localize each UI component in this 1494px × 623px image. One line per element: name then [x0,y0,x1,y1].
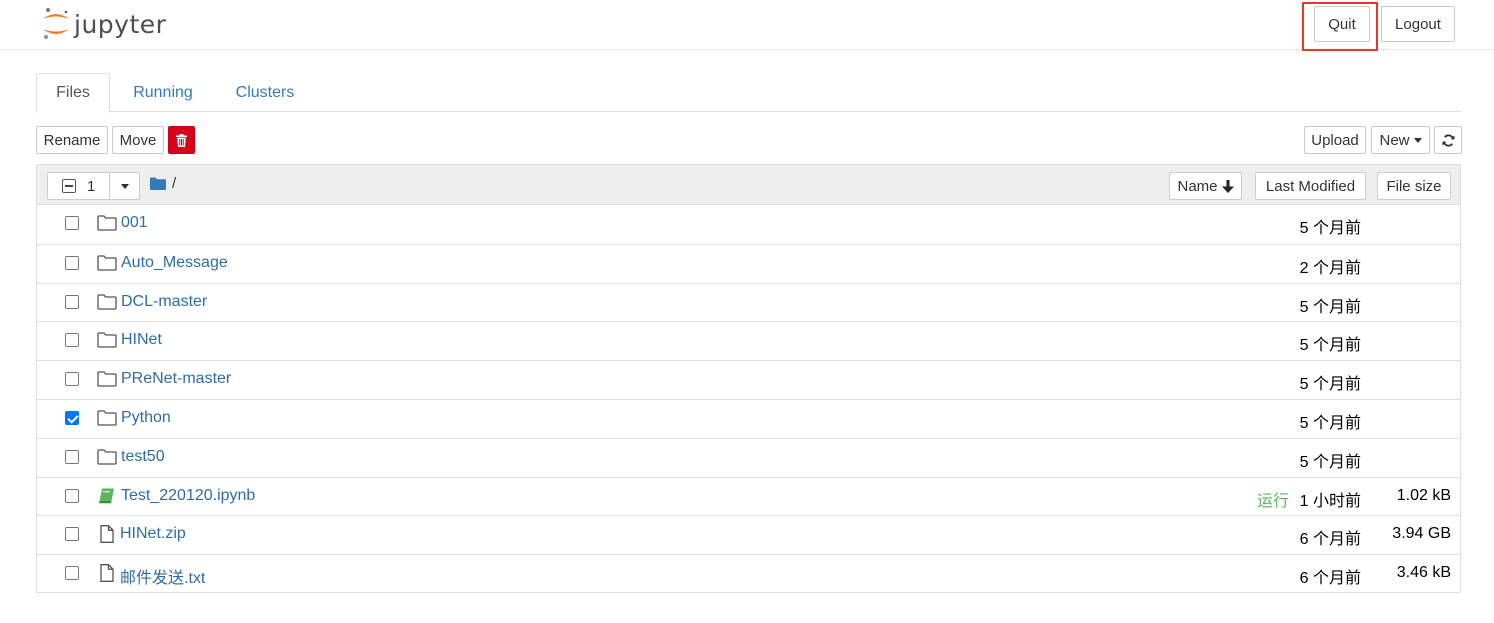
file-list-header: 1 / Name Last Modified File size [37,165,1460,205]
quit-button[interactable]: Quit [1314,6,1370,42]
file-name-link[interactable]: Test_220120.ipynb [121,487,255,505]
table-row[interactable]: 001 5 个月前 [37,205,1460,244]
row-checkbox[interactable] [65,294,79,309]
row-checkbox[interactable] [65,333,79,348]
last-modified: 5 个月前 [1299,415,1361,432]
folder-icon [97,254,117,272]
refresh-icon [1441,133,1455,147]
file-size: 1.02 kB [1396,486,1451,504]
table-row[interactable]: test50 5 个月前 [37,437,1460,477]
sort-by-size-button[interactable]: File size [1377,172,1451,200]
row-checkbox[interactable] [65,216,79,230]
rename-button[interactable]: Rename [36,126,108,154]
select-all-toggle[interactable]: 1 [48,173,110,199]
tab-running[interactable]: Running [118,73,208,112]
last-modified: 5 个月前 [1299,220,1361,237]
table-row[interactable]: Test_220120.ipynb 运行 1 小时前 1.02 kB [37,476,1460,516]
new-label: New [1379,131,1410,149]
file-name-link[interactable]: 001 [121,214,148,232]
table-row[interactable]: HINet 5 个月前 [37,321,1460,360]
table-row[interactable]: Python 5 个月前 [37,399,1460,438]
tab-clusters[interactable]: Clusters [222,73,308,112]
table-row[interactable]: PReNet-master 5 个月前 [37,360,1460,399]
file-size: 3.94 GB [1392,525,1451,543]
sort-by-modified-button[interactable]: Last Modified [1255,172,1366,200]
selection-control: 1 [47,172,140,200]
table-row[interactable]: HINet.zip 6 个月前 3.94 GB [37,515,1460,554]
arrow-down-icon [1221,179,1234,193]
folder-icon [97,409,117,427]
file-name-link[interactable]: HINet [121,331,162,349]
running-status-badge: 运行 [1257,492,1290,510]
trash-icon [176,133,187,147]
folder-icon [97,214,117,232]
upload-button[interactable]: Upload [1304,126,1366,154]
tab-bar: Files Running Clusters [36,73,1461,113]
table-row[interactable]: DCL-master 5 个月前 [37,282,1460,322]
jupyter-logo-icon [43,8,69,40]
chevron-down-icon [120,183,129,189]
last-modified: 5 个月前 [1299,453,1361,471]
delete-button[interactable] [168,126,195,154]
chevron-down-icon [1413,137,1422,143]
sort-by-name-button[interactable]: Name [1169,172,1242,200]
folder-icon[interactable] [150,177,166,190]
refresh-button[interactable] [1434,126,1462,154]
top-header: jupyter Quit Logout [0,0,1494,51]
file-name-link[interactable]: 邮件发送.txt [120,564,205,588]
folder-icon [97,293,117,311]
selected-count: 1 [87,177,96,195]
file-name-link[interactable]: Auto_Message [121,254,228,272]
file-name-link[interactable]: test50 [121,448,165,466]
last-modified: 5 个月前 [1299,298,1361,316]
selection-dropdown[interactable] [110,173,139,199]
file-list: 1 / Name Last Modified File size 001 5 个月… [36,164,1461,593]
jupyter-logo[interactable]: jupyter [40,6,166,42]
row-checkbox[interactable] [65,488,79,503]
file-name-link[interactable]: DCL-master [121,293,207,311]
folder-icon [97,370,117,388]
folder-icon [97,448,117,466]
row-checkbox[interactable] [65,449,79,464]
table-row[interactable]: 邮件发送.txt 6 个月前 3.46 kB [37,554,1460,593]
last-modified: 1 小时前 [1299,492,1361,510]
partial-select-checkbox[interactable] [62,179,76,193]
row-checkbox[interactable] [65,566,79,581]
folder-icon [97,331,117,349]
breadcrumb: / [150,175,176,192]
notebook-icon [97,487,117,505]
file-size: 3.46 kB [1396,564,1451,582]
row-checkbox[interactable] [65,372,79,387]
file-name-link[interactable]: HINet.zip [120,525,186,543]
new-dropdown-button[interactable]: New [1371,126,1430,154]
row-checkbox[interactable] [65,527,79,542]
logout-button[interactable]: Logout [1381,6,1455,42]
breadcrumb-path[interactable]: / [172,175,176,192]
last-modified: 5 个月前 [1299,337,1361,355]
table-row[interactable]: Auto_Message 2 个月前 [37,243,1460,283]
file-name-link[interactable]: Python [121,409,171,427]
tab-files[interactable]: Files [36,73,110,113]
row-checkbox[interactable] [65,255,79,270]
logo-text: jupyter [74,9,167,39]
move-button[interactable]: Move [112,126,164,154]
sort-name-label: Name [1177,177,1218,195]
file-icon [97,564,117,583]
file-name-link[interactable]: PReNet-master [121,370,231,388]
last-modified: 6 个月前 [1299,531,1361,549]
last-modified: 5 个月前 [1299,376,1361,394]
row-checkbox[interactable] [65,411,79,425]
file-icon [97,525,117,544]
last-modified: 6 个月前 [1299,570,1361,588]
last-modified: 2 个月前 [1299,259,1361,277]
